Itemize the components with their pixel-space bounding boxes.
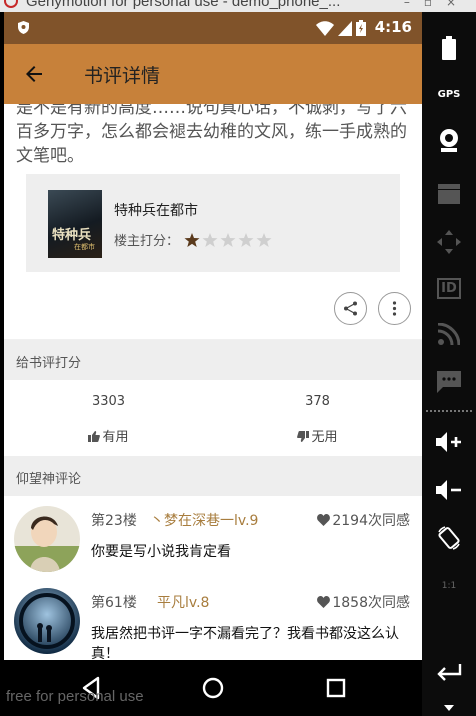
heart-icon bbox=[317, 514, 331, 526]
device-id-button[interactable]: ID bbox=[422, 270, 476, 306]
pixel-perfect-button[interactable]: 1:1 bbox=[422, 568, 476, 604]
avatar[interactable] bbox=[14, 506, 80, 572]
comments-section-title: 仰望神评论 bbox=[16, 472, 82, 487]
volume-up-button[interactable] bbox=[422, 424, 476, 460]
book-cover-subtitle: 在都市 bbox=[74, 243, 95, 251]
clapperboard-icon bbox=[438, 184, 460, 204]
app-bar: 书评详情 bbox=[4, 44, 422, 104]
like-count-text: 1858次同感 bbox=[332, 595, 410, 611]
comment-username[interactable]: 平凡lv.8 bbox=[157, 592, 209, 612]
star-empty-icon bbox=[202, 232, 218, 247]
useful-label: 有用 bbox=[102, 430, 129, 445]
volume-down-button[interactable] bbox=[422, 472, 476, 508]
wifi-icon bbox=[316, 20, 334, 36]
useless-count: 378 bbox=[305, 394, 330, 409]
home-circle-icon[interactable] bbox=[199, 674, 227, 702]
share-button[interactable] bbox=[334, 292, 367, 325]
return-arrow-icon bbox=[437, 664, 462, 681]
sms-button[interactable] bbox=[422, 364, 476, 400]
window-title-bar: Genymotion for personal use - demo_phone… bbox=[0, 0, 476, 12]
comment-username[interactable]: 丶梦在深巷一lv.9 bbox=[150, 510, 258, 530]
rating-stars bbox=[183, 232, 273, 248]
star-empty-icon bbox=[256, 232, 272, 247]
video-capture-button[interactable] bbox=[422, 176, 476, 212]
comment-item[interactable]: 第23楼 丶梦在深巷一lv.9 2194次同感 你要是写小说我肯定看 bbox=[4, 496, 422, 586]
move-arrows-icon bbox=[437, 230, 461, 254]
message-icon bbox=[437, 371, 461, 393]
sidebar-expand-button[interactable] bbox=[422, 700, 476, 716]
book-cover-title: 特种兵 bbox=[52, 228, 92, 243]
comment-text: 你要是写小说我肯定看 bbox=[91, 544, 231, 560]
battery-icon bbox=[356, 20, 366, 36]
scroll-content[interactable]: 是不是有新的高度……说句真心话，不诚剥，写了六百多万字，怎么都会褪去幼稚的文风，… bbox=[4, 104, 422, 660]
more-button[interactable] bbox=[378, 292, 411, 325]
book-name: 特种兵在都市 bbox=[114, 203, 198, 219]
review-text: 是不是有新的高度……说句真心话，不诚剥，写了六百多万字，怎么都会褪去幼稚的文风，… bbox=[16, 104, 407, 166]
book-cover-image: 特种兵 在都市 bbox=[48, 190, 102, 258]
status-bar: 4:16 bbox=[4, 12, 422, 44]
scale-label: 1:1 bbox=[441, 581, 457, 591]
star-empty-icon bbox=[220, 232, 236, 247]
comment-text: 我居然把书评一字不漏看完了？我看书都没这么认真！ bbox=[91, 626, 399, 660]
vote-section-title: 给书评打分 bbox=[16, 356, 82, 371]
star-filled-icon bbox=[184, 232, 200, 247]
more-icon bbox=[392, 301, 397, 316]
remote-control-button[interactable] bbox=[422, 224, 476, 260]
battery-control-button[interactable] bbox=[422, 30, 476, 66]
window-controls[interactable]: –▫× bbox=[404, 0, 470, 9]
rotate-icon bbox=[438, 526, 460, 550]
like-count-text: 2194次同感 bbox=[332, 513, 410, 529]
gps-label: GPS bbox=[437, 88, 461, 100]
comment-list: 第23楼 丶梦在深巷一lv.9 2194次同感 你要是写小说我肯定看 第61楼 … bbox=[4, 496, 422, 660]
useful-button[interactable]: 3303 有用 bbox=[4, 380, 213, 456]
rss-icon bbox=[438, 323, 460, 345]
star-empty-icon bbox=[238, 232, 254, 247]
volume-down-icon bbox=[436, 480, 461, 500]
useless-button[interactable]: 378 无用 bbox=[213, 380, 422, 456]
recent-apps-button[interactable] bbox=[422, 656, 476, 692]
status-clock: 4:16 bbox=[374, 18, 412, 36]
genymotion-logo-icon bbox=[4, 0, 18, 8]
id-label: ID bbox=[437, 277, 461, 299]
review-card: 是不是有新的高度……说句真心话，不诚剥，写了六百多万字，怎么都会褪去幼稚的文风，… bbox=[4, 104, 422, 339]
share-icon bbox=[344, 301, 357, 316]
signal-icon bbox=[338, 20, 352, 36]
sidebar-separator bbox=[426, 410, 472, 412]
vote-section-header: 给书评打分 bbox=[4, 340, 422, 380]
like-count[interactable]: 1858次同感 bbox=[317, 592, 410, 612]
thumbs-down-icon bbox=[297, 431, 310, 442]
arrow-back-icon[interactable] bbox=[22, 62, 46, 86]
comment-item[interactable]: 第61楼 平凡lv.8 1858次同感 我居然把书评一字不漏看完了？我看书都没这… bbox=[4, 578, 422, 660]
book-info[interactable]: 特种兵 在都市 特种兵在都市 楼主打分： bbox=[26, 174, 400, 272]
vote-area: 3303 有用 378 无用 bbox=[4, 380, 422, 456]
device-screen: 4:16 书评详情 是不是有新的高度……说句真心话，不诚剥，写了六百多万字，怎么… bbox=[4, 12, 422, 716]
rotate-button[interactable] bbox=[422, 520, 476, 556]
useless-label: 无用 bbox=[311, 430, 338, 445]
page-title: 书评详情 bbox=[84, 65, 161, 87]
comment-floor: 第61楼 bbox=[91, 595, 137, 611]
emulator-sidebar: GPS ID 1:1 bbox=[422, 12, 476, 716]
rating-label: 楼主打分： bbox=[114, 234, 180, 249]
shield-icon bbox=[18, 21, 29, 34]
chevron-down-icon bbox=[444, 705, 454, 711]
gps-button[interactable]: GPS bbox=[422, 76, 476, 112]
avatar[interactable] bbox=[14, 588, 80, 654]
battery-full-icon bbox=[442, 36, 456, 60]
recents-square-icon[interactable] bbox=[322, 674, 350, 702]
watermark: free for personal use bbox=[6, 688, 144, 705]
like-count[interactable]: 2194次同感 bbox=[317, 510, 410, 530]
window-title: Genymotion for personal use - demo_phone… bbox=[26, 0, 341, 10]
thumbs-up-icon bbox=[88, 431, 101, 442]
volume-up-icon bbox=[436, 432, 461, 452]
camera-button[interactable] bbox=[422, 122, 476, 158]
useful-count: 3303 bbox=[91, 394, 126, 409]
comments-section-header: 仰望神评论 bbox=[4, 456, 422, 496]
heart-icon bbox=[317, 596, 331, 608]
network-button[interactable] bbox=[422, 316, 476, 352]
webcam-icon bbox=[440, 129, 458, 152]
owner-rating: 楼主打分： bbox=[114, 230, 273, 249]
comment-floor: 第23楼 bbox=[91, 513, 137, 529]
